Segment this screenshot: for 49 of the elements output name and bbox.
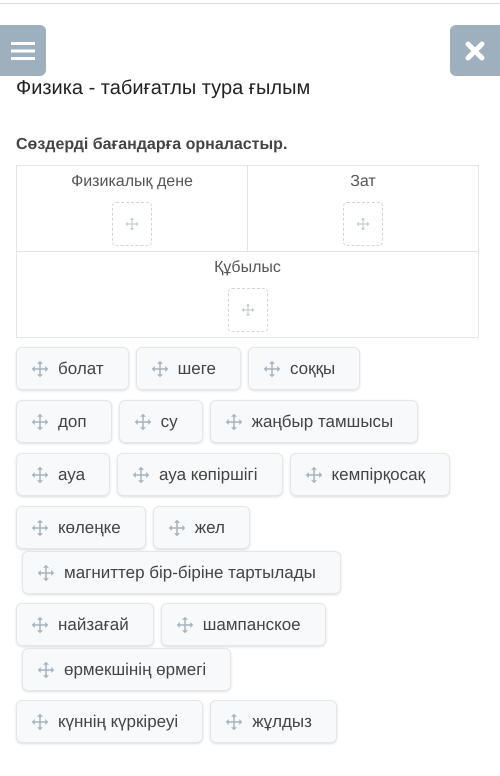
move-icon	[31, 616, 49, 634]
word-chip[interactable]: кемпірқосақ	[290, 453, 450, 496]
menu-icon	[11, 40, 35, 60]
word-chip[interactable]: шеге	[136, 347, 241, 390]
menu-button[interactable]	[0, 25, 46, 76]
move-icon	[132, 466, 150, 484]
word-chip[interactable]: доп	[16, 400, 112, 443]
word-chip[interactable]: ауа көпіршігі	[117, 453, 283, 496]
drop-zone[interactable]	[343, 202, 383, 246]
word-chip[interactable]: шампанское	[160, 603, 326, 646]
category-heading: Құбылыс	[214, 258, 281, 278]
word-chip[interactable]: жұлдыз	[210, 700, 337, 743]
word-chip[interactable]: ауа	[16, 453, 110, 496]
category-heading: Физикалық дене	[71, 172, 193, 192]
close-icon	[465, 40, 485, 60]
move-icon	[31, 360, 49, 378]
word-chip[interactable]: болат	[16, 347, 129, 390]
move-icon	[225, 712, 244, 730]
category-heading: Зат	[350, 172, 376, 192]
move-icon	[168, 518, 186, 536]
instruction: Сөздерді бағандарға орналастыр.	[16, 135, 288, 155]
move-icon	[125, 217, 139, 231]
page-title: Физика - табиғатлы тура ғылым	[16, 76, 312, 101]
word-chip[interactable]: жаңбыр тамшысы	[210, 400, 418, 443]
word-chip[interactable]: жел	[152, 506, 250, 549]
word-chip[interactable]: магниттер бір-біріне тартылады	[22, 551, 341, 594]
move-icon	[150, 360, 169, 378]
move-icon	[262, 360, 281, 378]
move-icon	[134, 412, 152, 430]
drop-zone[interactable]	[112, 202, 152, 246]
drop-zone[interactable]	[228, 288, 268, 332]
word-chip[interactable]: күннің күркіреуі	[16, 700, 204, 743]
move-icon	[37, 564, 55, 582]
close-button[interactable]	[450, 25, 500, 76]
word-chip[interactable]: көлеңке	[16, 506, 146, 549]
move-icon	[31, 466, 49, 484]
word-chip[interactable]: өрмекшінің өрмегі	[22, 648, 232, 691]
move-icon	[31, 412, 49, 430]
move-icon	[356, 217, 370, 231]
move-icon	[176, 616, 194, 634]
word-chip[interactable]: су	[118, 400, 203, 443]
word-chip[interactable]: найзағай	[16, 603, 154, 646]
move-icon	[240, 303, 254, 317]
move-icon	[31, 518, 49, 536]
move-icon	[304, 466, 323, 484]
move-icon	[224, 412, 243, 430]
move-icon	[31, 712, 49, 730]
move-icon	[37, 660, 55, 678]
word-chip[interactable]: соққы	[248, 347, 360, 390]
